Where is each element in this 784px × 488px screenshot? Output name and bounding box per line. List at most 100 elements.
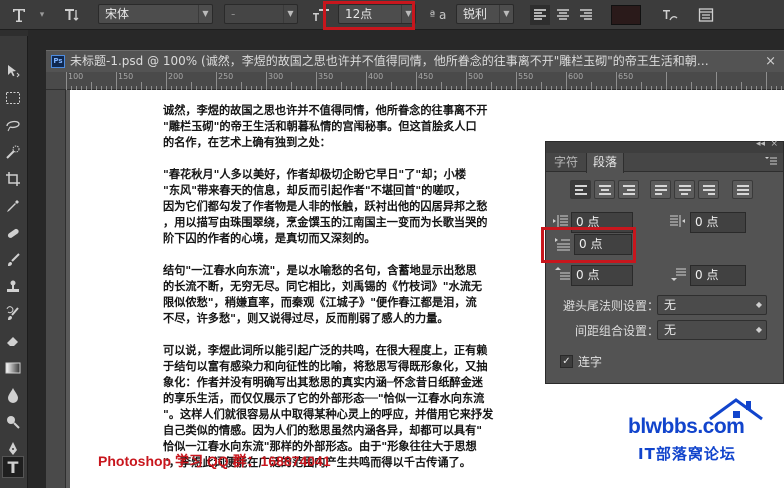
mojikumi-value: 无 [664,323,677,337]
collapse-icon[interactable]: ◂◂ [756,139,765,149]
text-layer[interactable]: 诚然，李煜的故国之思也许并不值得同情，他所眷念的往事离不开 "雕栏玉砌"的帝王生… [163,102,531,486]
panel-menu-icon[interactable] [765,156,777,169]
text-line: "东风"带来春天的信息，却反而引起作者"不堪回首"的嗟叹， [163,183,467,197]
dodge-tool-icon[interactable] [2,411,24,433]
text-line: 的享乐生活，而仅仅展示了它的外部形态──"恰似一江春水向东流 [163,391,485,405]
indent-right-icon [668,213,686,231]
healing-brush-icon[interactable] [2,222,24,244]
justify-last-right-button[interactable] [698,180,719,199]
kinsoku-label: 避头尾法则设置： [562,299,659,313]
hyphenate-checkbox[interactable]: ✓ [560,355,573,368]
vertical-ruler[interactable] [46,90,66,488]
font-size-highlight [323,1,415,30]
move-tool-icon[interactable] [2,60,24,82]
psd-badge-label: Ps [53,57,63,65]
text-line: 象化：作者并没有明确写出其愁思的真实内涵─怀念昔日纸醉金迷 [163,375,483,389]
tools-panel: T [0,30,28,488]
first-line-indent-highlight [541,227,636,263]
ruler-number: 550 [518,72,534,81]
font-family-value: 宋体 [105,7,130,21]
space-before-field[interactable]: 0 点 [571,265,633,286]
ruler-ticks [66,72,782,90]
character-panel-icon[interactable] [694,0,718,30]
hyphenate-label: 连字 [578,355,603,369]
align-center-icon[interactable] [553,0,573,30]
chevron-down-icon: ▼ [499,5,513,23]
chevron-updown-icon: ◆ [755,325,762,334]
ruler-number: 400 [368,72,384,81]
align-center-button[interactable] [594,180,615,199]
history-brush-icon[interactable] [2,303,24,325]
text-line: 自己类似的情感。因为人们的愁思虽然内涵各异，却都可以具有" [163,423,483,437]
paragraph-1: 诚然，李煜的故国之思也许并不值得同情，他所眷念的往事离不开 "雕栏玉砌"的帝王生… [163,102,531,150]
font-style-select[interactable]: - ▼ [224,4,298,24]
text-line: 的名作，在艺术上确有独到之处： [163,135,331,149]
panel-header-bar[interactable]: ◂◂ × [546,139,783,153]
warp-text-icon[interactable] [658,0,682,30]
justify-all-button[interactable] [732,180,753,199]
kinsoku-select[interactable]: 无 ◆ [657,295,767,315]
tool-preset-caret-icon[interactable]: ▾ [38,0,46,30]
anti-alias-label: ª a [429,8,447,22]
horizontal-ruler[interactable]: 100 150 200 250 300 350 400 450 500 550 600 650 [46,72,784,90]
document-title: 未标题-1.psd @ 100% (诚然，李煜的故国之思也许并不值得同情，他所眷… [70,54,709,68]
chevron-down-icon: ▼ [198,5,212,23]
crop-tool-icon[interactable] [2,168,24,190]
clone-stamp-icon[interactable] [2,276,24,298]
options-bar: ▾ 宋体 ▼ - ▼ 12点 ▼ ª a 锐利 ▼ [0,0,784,30]
blur-tool-icon[interactable] [2,384,24,406]
close-icon[interactable]: × [765,51,776,72]
align-right-button[interactable] [618,180,639,199]
text-orientation-icon[interactable] [60,0,84,30]
gradient-tool-icon[interactable] [2,357,24,379]
ruler-number: 150 [118,72,134,81]
align-left-button[interactable] [570,180,591,199]
font-style-value: - [231,7,236,21]
marquee-tool-icon[interactable] [2,87,24,109]
eraser-icon[interactable] [2,330,24,352]
text-line: 阶下囚的作者的心境，是真切而又深刻的。 [163,231,376,245]
text-line: 不尽，许多愁"，则又说得过尽，反而削弱了感人的力量。 [163,311,449,325]
justify-last-left-button[interactable] [650,180,671,199]
chevron-down-icon: ▼ [283,5,297,23]
ruler-number: 600 [568,72,584,81]
chevron-updown-icon: ◆ [755,300,762,309]
text-line: "雕栏玉砌"的帝王生活和朝暮私情的宫闱秘事。但这首脍炙人口 [163,119,477,133]
lasso-tool-icon[interactable] [2,114,24,136]
kinsoku-value: 无 [664,298,677,312]
space-after-icon [670,266,688,284]
paragraph-3: 结句"一江春水向东流"，是以水喻愁的名句，含蓄地显示出愁思 的长流不断，无穷无尽… [163,262,531,326]
watermark-logo: blwbbs.com [628,415,745,438]
text-color-swatch[interactable] [611,5,641,25]
anti-alias-icon: ª a [428,0,448,30]
text-line: 于结句以富有感染力和向征性的比喻，将愁思写得既形象化，又抽 [163,359,488,373]
mojikumi-label: 间距组合设置： [574,324,659,338]
indent-right-field[interactable]: 0 点 [690,212,746,233]
type-tool-icon[interactable]: T [2,456,24,478]
quick-select-icon[interactable] [2,141,24,163]
ruler-number: 300 [268,72,284,81]
space-after-field[interactable]: 0 点 [690,265,746,286]
brush-tool-icon[interactable] [2,249,24,271]
text-line: 可以说，李煜此词所以能引起广泛的共鸣，在很大程度上，正有赖 [163,343,488,357]
mojikumi-select[interactable]: 无 ◆ [657,320,767,340]
tab-paragraph[interactable]: 段落 [586,153,625,173]
anti-alias-value: 锐利 [463,7,488,21]
align-left-icon[interactable] [530,5,550,25]
qq-group-caption: Photoshop 学习 QQ 群：168874041 [98,453,331,469]
anti-alias-select[interactable]: 锐利 ▼ [456,4,514,24]
eyedropper-icon[interactable] [2,195,24,217]
ruler-number: 500 [468,72,484,81]
align-right-icon[interactable] [576,0,596,30]
document-tab[interactable]: Ps 未标题-1.psd @ 100% (诚然，李煜的故国之思也许并不值得同情，… [46,50,784,72]
space-before-icon [554,266,572,284]
watermark: blwbbs.com IT部落窝论坛 [628,397,778,471]
tab-character[interactable]: 字符 [548,153,584,172]
justify-last-center-button[interactable] [674,180,695,199]
toolbar-grip[interactable] [0,30,28,36]
font-family-select[interactable]: 宋体 ▼ [98,4,213,24]
text-tool-icon[interactable] [6,0,32,30]
text-line: 限似侬愁"，稍嫌直率，而秦观《江城子》"便作春江都是泪，流 [163,295,477,309]
close-icon[interactable]: × [770,139,778,149]
ruler-number: 250 [218,72,234,81]
